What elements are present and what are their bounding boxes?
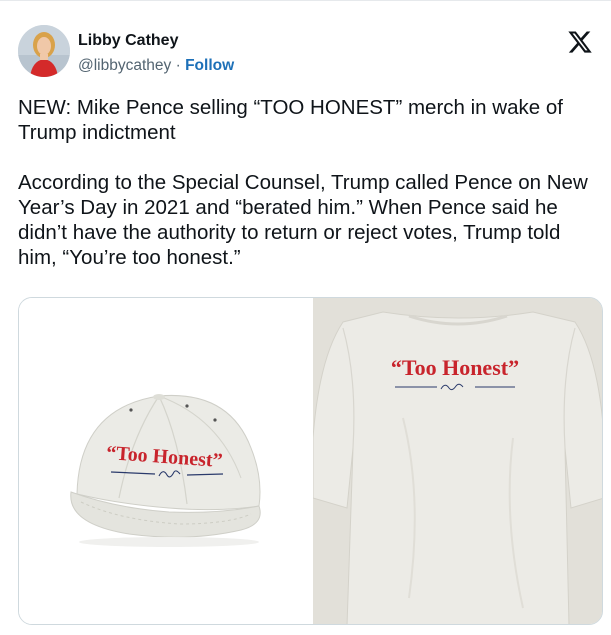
handle-separator: · [175, 57, 181, 74]
x-logo-icon[interactable] [567, 29, 593, 55]
author-handle[interactable]: @libbycathey [78, 57, 171, 74]
author-handle-line: @libbycathey · Follow [78, 57, 234, 75]
tweet-paragraph-2: According to the Special Counsel, Trump … [18, 171, 588, 269]
media-grid: “Too Honest” “Too Honest” [18, 297, 603, 625]
shirt-image[interactable]: “Too Honest” [312, 298, 602, 624]
cap-image[interactable]: “Too Honest” [19, 298, 311, 624]
avatar[interactable] [18, 25, 70, 77]
tweet-header: Libby Cathey @libbycathey · Follow [18, 25, 593, 83]
shirt-text: “Too Honest” [391, 355, 519, 380]
tweet-text: NEW: Mike Pence selling “TOO HONEST” mer… [18, 95, 603, 270]
follow-button[interactable]: Follow [185, 57, 234, 74]
tweet-card: Libby Cathey @libbycathey · Follow NEW: … [0, 0, 611, 635]
author-name[interactable]: Libby Cathey [78, 32, 178, 50]
tweet-paragraph-1: NEW: Mike Pence selling “TOO HONEST” mer… [18, 96, 563, 144]
